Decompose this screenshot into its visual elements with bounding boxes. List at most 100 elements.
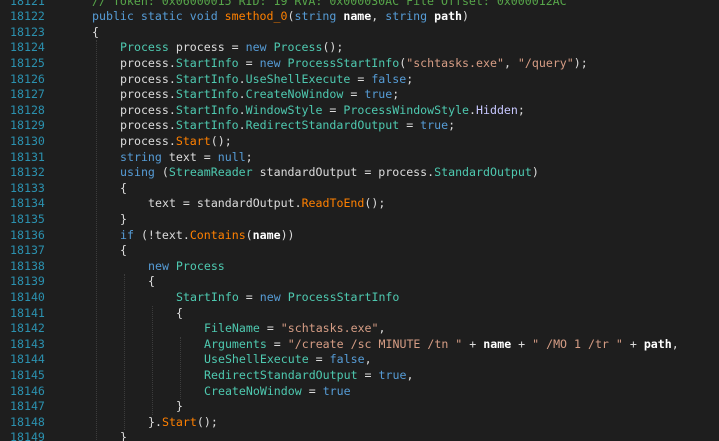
code-line[interactable]: RedirectStandardOutput = true, bbox=[62, 368, 719, 384]
code-token: { bbox=[148, 274, 155, 289]
code-token: new bbox=[148, 258, 176, 273]
code-token: new bbox=[259, 289, 288, 304]
code-line[interactable]: // Token: 0x06000015 RID: 19 RVA: 0x0000… bbox=[62, 0, 719, 9]
code-token: false bbox=[371, 71, 407, 86]
code-token: "schtasks.exe" bbox=[406, 55, 504, 70]
code-token: = bbox=[238, 55, 260, 70]
code-token: = bbox=[399, 118, 421, 133]
code-token: = bbox=[266, 336, 288, 351]
code-line[interactable]: { bbox=[62, 181, 719, 197]
code-token: null bbox=[217, 149, 246, 164]
code-line[interactable]: if (!text.Contains(name)) bbox=[62, 228, 719, 244]
code-line[interactable]: string text = null; bbox=[62, 150, 719, 166]
line-number: 18136 bbox=[10, 227, 45, 242]
code-token: standardOutput = process. bbox=[259, 165, 435, 180]
code-line[interactable]: process.StartInfo.UseShellExecute = fals… bbox=[62, 72, 719, 88]
code-line[interactable]: new Process bbox=[62, 259, 719, 275]
code-token: ProcessStartInfo bbox=[287, 55, 400, 70]
line-number: 18139 bbox=[10, 274, 45, 289]
code-token: false bbox=[329, 352, 365, 367]
code-token: )) bbox=[280, 227, 295, 242]
code-line[interactable]: { bbox=[62, 25, 719, 41]
indent-guide bbox=[96, 40, 97, 441]
code-area[interactable]: // Token: 0x06000015 RID: 19 RVA: 0x0000… bbox=[62, 0, 719, 441]
code-token: + bbox=[462, 336, 484, 351]
code-token: true bbox=[364, 87, 393, 102]
code-token: process. bbox=[120, 118, 176, 133]
code-line[interactable]: }.Start(); bbox=[62, 415, 719, 431]
code-token: ProcessStartInfo bbox=[287, 289, 400, 304]
line-number: 18135 bbox=[10, 211, 45, 226]
code-token: UseShellExecute bbox=[204, 352, 309, 367]
code-token: . bbox=[238, 71, 246, 86]
code-token: StartInfo bbox=[175, 87, 239, 102]
code-line[interactable]: Arguments = "/create /sc MINUTE /tn " + … bbox=[62, 337, 719, 353]
code-token: CreateNoWindow bbox=[204, 383, 302, 398]
code-token: . bbox=[238, 102, 246, 117]
line-number: 18123 bbox=[10, 24, 45, 39]
code-editor[interactable]: 18121 18122 18123 18124 18125 18126 18127 18128… bbox=[0, 0, 719, 441]
code-token: name bbox=[483, 336, 512, 351]
line-number: 18132 bbox=[10, 165, 45, 180]
code-token: , bbox=[406, 367, 414, 382]
code-line[interactable]: process.StartInfo.WindowStyle = ProcessW… bbox=[62, 103, 719, 119]
code-line[interactable]: process.Start(); bbox=[62, 134, 719, 150]
code-token: process. bbox=[120, 102, 176, 117]
code-token: RedirectStandardOutput bbox=[245, 118, 400, 133]
line-number: 18138 bbox=[10, 258, 45, 273]
code-token: StreamReader bbox=[168, 165, 260, 180]
code-line[interactable]: public static void smethod_0(string name… bbox=[62, 9, 719, 25]
line-number: 18141 bbox=[10, 305, 45, 320]
code-token: { bbox=[120, 243, 127, 258]
code-line[interactable]: UseShellExecute = false, bbox=[62, 352, 719, 368]
code-token: text = standardOutput. bbox=[148, 196, 302, 211]
code-token: ; bbox=[245, 149, 253, 164]
line-number: 18142 bbox=[10, 321, 45, 336]
code-token: process. bbox=[120, 71, 176, 86]
code-token: StartInfo bbox=[175, 71, 239, 86]
code-line[interactable]: CreateNoWindow = true bbox=[62, 384, 719, 400]
code-token: StartInfo bbox=[176, 289, 239, 304]
indent-guide bbox=[124, 274, 125, 431]
code-token: string bbox=[294, 9, 344, 24]
line-number: 18125 bbox=[10, 55, 45, 70]
code-line[interactable]: { bbox=[62, 274, 719, 290]
code-token: "/query" bbox=[517, 55, 574, 70]
line-number: 18127 bbox=[10, 87, 45, 102]
code-token: name bbox=[343, 9, 372, 24]
code-token: ) bbox=[531, 165, 539, 180]
code-line[interactable]: { bbox=[62, 243, 719, 259]
code-token: = bbox=[350, 71, 372, 86]
line-number: 18148 bbox=[10, 414, 45, 429]
code-line[interactable]: } bbox=[62, 399, 719, 415]
code-token: "schtasks.exe" bbox=[280, 321, 379, 336]
code-line[interactable]: process.StartInfo = new ProcessStartInfo… bbox=[62, 56, 719, 72]
code-token: ProcessWindowStyle bbox=[343, 102, 470, 117]
code-line[interactable]: } bbox=[62, 430, 719, 441]
code-line[interactable]: { bbox=[62, 306, 719, 322]
code-line[interactable]: text = standardOutput.ReadToEnd(); bbox=[62, 196, 719, 212]
code-token: ; bbox=[392, 87, 400, 102]
code-line[interactable]: process.StartInfo.CreateNoWindow = true; bbox=[62, 87, 719, 103]
code-token: = bbox=[308, 352, 330, 367]
code-token: (); bbox=[364, 196, 386, 211]
code-token: } bbox=[120, 211, 127, 226]
code-token: "/create /sc MINUTE /tn " bbox=[287, 336, 463, 351]
line-number: 18126 bbox=[10, 71, 45, 86]
code-line[interactable]: using (StreamReader standardOutput = pro… bbox=[62, 165, 719, 181]
code-line[interactable]: Process process = new Process(); bbox=[62, 40, 719, 56]
code-line[interactable]: FileName = "schtasks.exe", bbox=[62, 321, 719, 337]
code-token: new bbox=[245, 40, 274, 55]
code-token: text = bbox=[168, 149, 218, 164]
code-token: = bbox=[343, 87, 365, 102]
line-number: 18122 bbox=[10, 9, 45, 24]
code-token: + bbox=[511, 336, 533, 351]
code-line[interactable]: } bbox=[62, 212, 719, 228]
indent-guide bbox=[180, 336, 181, 400]
code-token: StandardOutput bbox=[434, 165, 532, 180]
code-token: void bbox=[189, 9, 225, 24]
code-token: { bbox=[92, 24, 99, 39]
code-token: RedirectStandardOutput bbox=[204, 367, 358, 382]
code-line[interactable]: process.StartInfo.RedirectStandardOutput… bbox=[62, 118, 719, 134]
code-line[interactable]: StartInfo = new ProcessStartInfo bbox=[62, 290, 719, 306]
